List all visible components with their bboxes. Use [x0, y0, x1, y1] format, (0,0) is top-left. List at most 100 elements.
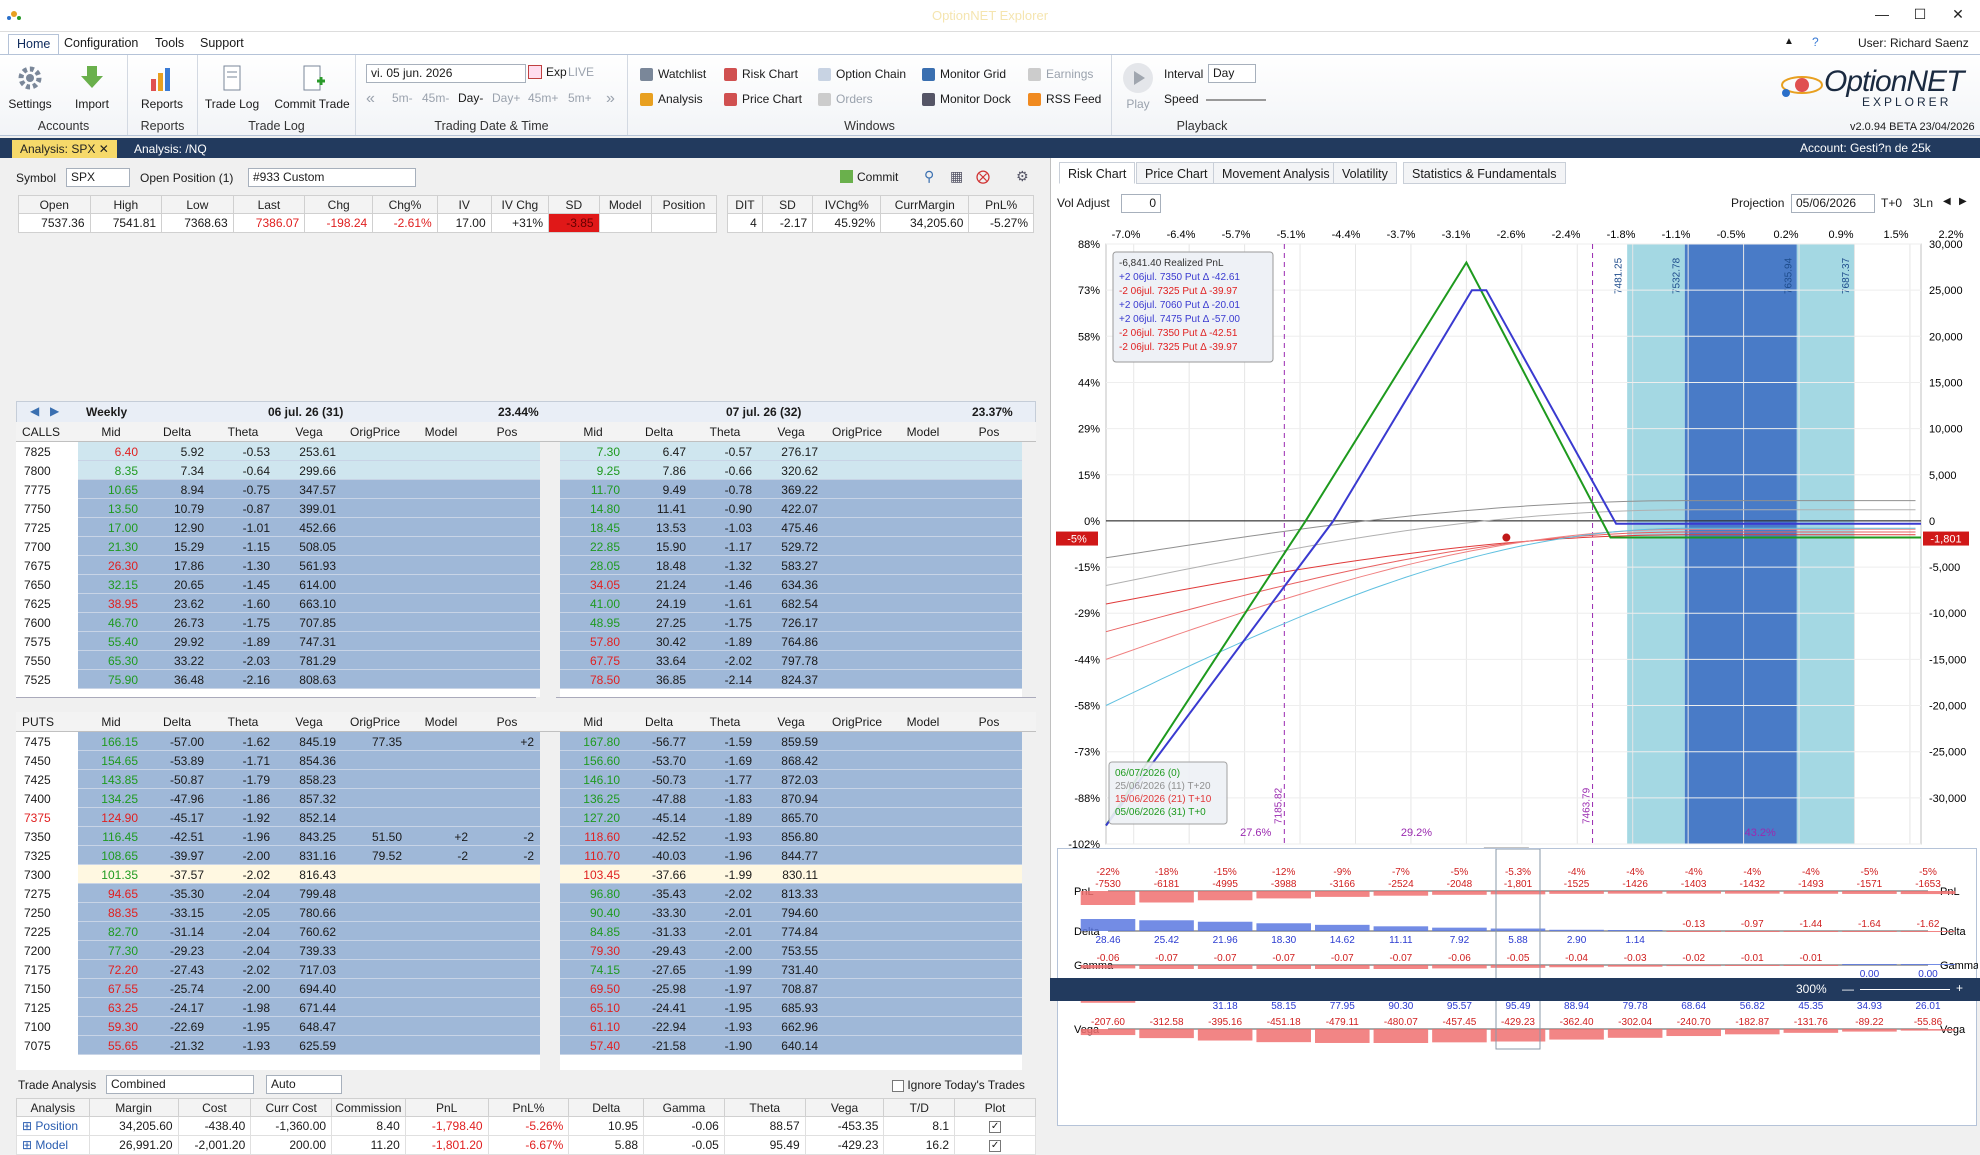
- analysis-mode-select[interactable]: Combined: [106, 1075, 254, 1094]
- step-5m-back[interactable]: 5m-: [392, 91, 413, 105]
- chain-row[interactable]: 7725 17.00 12.90 -1.01 452.66 18.45 13.53 -1.03…: [16, 518, 1036, 537]
- commit-trade-button[interactable]: Commit Trade: [270, 63, 354, 111]
- projection-date-select[interactable]: 05/06/2026: [1791, 194, 1875, 213]
- plot-checkbox[interactable]: ✓: [954, 1135, 1036, 1155]
- trade-log-button[interactable]: Trade Log: [202, 63, 262, 111]
- next-expiry-icon[interactable]: ▶: [50, 404, 59, 418]
- monitor-dock-button[interactable]: Monitor Dock: [922, 92, 1011, 106]
- chain-row[interactable]: 7250 88.35 -33.15 -2.05 780.66 90.40 -33.30 -2.…: [16, 903, 1036, 922]
- risk-chart-button[interactable]: Risk Chart: [724, 67, 798, 81]
- chain-row[interactable]: 7200 77.30 -29.23 -2.04 739.33 79.30 -29.43 -2.…: [16, 941, 1036, 960]
- speed-slider[interactable]: [1206, 99, 1266, 101]
- chain-row[interactable]: 7625 38.95 23.62 -1.60 663.10 41.00 24.19 -1.61…: [16, 594, 1036, 613]
- price-chart-button[interactable]: Price Chart: [724, 92, 802, 106]
- chain-row[interactable]: 7575 55.40 29.92 -1.89 747.31 57.80 30.42 -1.89…: [16, 632, 1036, 651]
- tab-support[interactable]: Support: [192, 34, 252, 54]
- maximize-icon[interactable]: ☐: [1910, 6, 1930, 23]
- step-day-back[interactable]: Day-: [458, 91, 483, 105]
- chain-row[interactable]: 7350 116.45 -42.51 -1.96 843.25 51.50 +2 -2 118.…: [16, 827, 1036, 846]
- exp-button[interactable]: Exp: [546, 65, 567, 79]
- zoom-out-icon[interactable]: —: [1842, 982, 1854, 996]
- vol-adjust-input[interactable]: 0: [1121, 194, 1161, 213]
- chain-row[interactable]: 7375 124.90 -45.17 -1.92 852.14 127.20 -45.14 -…: [16, 808, 1036, 827]
- chain-row[interactable]: 7300 101.35 -37.57 -2.02 816.43 103.45 -37.66 -…: [16, 865, 1036, 884]
- import-button[interactable]: Import: [68, 63, 116, 111]
- live-button[interactable]: LIVE: [568, 65, 598, 79]
- tab-statistics[interactable]: Statistics & Fundamentals: [1403, 162, 1566, 184]
- chain-row[interactable]: 7400 134.25 -47.96 -1.86 857.32 136.25 -47.88 -…: [16, 789, 1036, 808]
- chain-row[interactable]: 7750 13.50 10.79 -0.87 399.01 14.80 11.41 -0.90…: [16, 499, 1036, 518]
- step-45m-back[interactable]: 45m-: [422, 91, 449, 105]
- chain-row[interactable]: 7150 67.55 -25.74 -2.00 694.40 69.50 -25.98 -1.…: [16, 979, 1036, 998]
- close-tab-icon[interactable]: ✕: [99, 142, 109, 156]
- trading-date-input[interactable]: vi. 05 jun. 2026: [366, 64, 526, 83]
- zoom-in-icon[interactable]: +: [1956, 981, 1963, 995]
- step-back-icon[interactable]: «: [366, 90, 375, 108]
- step-45m-fwd[interactable]: 45m+: [528, 91, 558, 105]
- watchlist-button[interactable]: Watchlist: [640, 67, 706, 81]
- doc-tab-nq[interactable]: Analysis: /NQ: [126, 140, 215, 158]
- plot-checkbox[interactable]: ✓: [954, 1116, 1036, 1136]
- monitor-grid-button[interactable]: Monitor Grid: [922, 67, 1006, 81]
- collapse-ribbon-icon[interactable]: ▲: [1784, 36, 1794, 47]
- chain-row[interactable]: 7550 65.30 33.22 -2.03 781.29 67.75 33.64 -2.02…: [16, 651, 1036, 670]
- chain-row[interactable]: 7325 108.65 -39.97 -2.00 831.16 79.52 -2 -2 110.…: [16, 846, 1036, 865]
- tab-home[interactable]: Home: [8, 34, 60, 54]
- symbol-select[interactable]: SPX: [66, 168, 130, 187]
- tab-volatility[interactable]: Volatility: [1333, 162, 1397, 184]
- chain-row[interactable]: 7675 26.30 17.86 -1.30 561.93 28.05 18.48 -1.32…: [16, 556, 1036, 575]
- commit-button[interactable]: Commit: [840, 170, 898, 184]
- chain-row[interactable]: 7475 166.15 -57.00 -1.62 845.19 77.35 +2 167.80…: [16, 732, 1036, 751]
- ta-row-label[interactable]: ⊞ Model: [16, 1135, 90, 1155]
- step-5m-fwd[interactable]: 5m+: [568, 91, 592, 105]
- doc-tab-spx[interactable]: Analysis: SPX ✕: [12, 140, 117, 158]
- analysis-button[interactable]: Analysis: [640, 92, 703, 106]
- position-select[interactable]: #933 Custom: [248, 168, 416, 187]
- risk-chart[interactable]: 7481.257532.787635.947687.37705071007150…: [1051, 214, 1980, 944]
- play-button[interactable]: Play: [1120, 63, 1156, 111]
- settings-gear-icon[interactable]: ⚙: [1016, 168, 1029, 185]
- help-icon[interactable]: ?: [1812, 35, 1819, 49]
- chain-row[interactable]: 7425 143.85 -50.87 -1.79 858.23 146.10 -50.73 -…: [16, 770, 1036, 789]
- chain-row[interactable]: 7225 82.70 -31.14 -2.04 760.62 84.85 -31.33 -2.…: [16, 922, 1036, 941]
- auto-select[interactable]: Auto: [266, 1075, 342, 1094]
- tab-configuration[interactable]: Configuration: [56, 34, 146, 54]
- prev-date-icon[interactable]: ◀: [1943, 196, 1951, 207]
- chain-row[interactable]: 7700 21.30 15.29 -1.15 508.05 22.85 15.90 -1.17…: [16, 537, 1036, 556]
- tab-tools[interactable]: Tools: [147, 34, 192, 54]
- tab-movement-analysis[interactable]: Movement Analysis: [1213, 162, 1339, 184]
- rss-feed-button[interactable]: RSS Feed: [1028, 92, 1101, 106]
- step-fwd-icon[interactable]: »: [606, 90, 615, 108]
- orders-button[interactable]: Orders: [818, 92, 873, 106]
- scrollbar[interactable]: [1022, 732, 1036, 1070]
- tab-price-chart[interactable]: Price Chart: [1136, 162, 1217, 184]
- chain-row[interactable]: 7450 154.65 -53.89 -1.71 854.36 156.60 -53.70 -…: [16, 751, 1036, 770]
- step-day-fwd[interactable]: Day+: [492, 91, 520, 105]
- option-chain-button[interactable]: Option Chain: [818, 67, 906, 81]
- reports-button[interactable]: Reports: [134, 63, 190, 111]
- prev-expiry-icon[interactable]: ◀: [30, 404, 39, 418]
- chain-row[interactable]: 7275 94.65 -35.30 -2.04 799.48 96.80 -35.43 -2.…: [16, 884, 1036, 903]
- search-icon[interactable]: ⚲: [924, 168, 934, 185]
- next-date-icon[interactable]: ▶: [1959, 196, 1967, 207]
- settings-button[interactable]: Settings: [8, 63, 52, 111]
- chain-row[interactable]: 7175 72.20 -27.43 -2.02 717.03 74.15 -27.65 -1.…: [16, 960, 1036, 979]
- chain-row[interactable]: 7600 46.70 26.73 -1.75 707.85 48.95 27.25 -1.75…: [16, 613, 1036, 632]
- chain-row[interactable]: 7525 75.90 36.48 -2.16 808.63 78.50 36.85 -2.14…: [16, 670, 1036, 689]
- chain-row[interactable]: 7650 32.15 20.65 -1.45 614.00 34.05 21.24 -1.46…: [16, 575, 1036, 594]
- chain-row[interactable]: 7075 55.65 -21.32 -1.93 625.59 57.40 -21.58 -1.…: [16, 1036, 1036, 1055]
- close-icon[interactable]: ✕: [1948, 6, 1968, 23]
- chain-row[interactable]: 7775 10.65 8.94 -0.75 347.57 11.70 9.49 -0.78 36…: [16, 480, 1036, 499]
- earnings-button[interactable]: Earnings: [1028, 67, 1093, 81]
- calendar-icon[interactable]: [528, 65, 542, 79]
- ta-row-label[interactable]: ⊞ Position: [16, 1116, 90, 1136]
- ignore-trades-checkbox[interactable]: Ignore Today's Trades: [892, 1078, 1025, 1092]
- zoom-slider[interactable]: [1860, 989, 1950, 990]
- chain-row[interactable]: 7825 6.40 5.92 -0.53 253.61 7.30 6.47 -0.57 276.…: [16, 442, 1036, 461]
- scrollbar[interactable]: [1022, 442, 1036, 697]
- chain-row[interactable]: 7800 8.35 7.34 -0.64 299.66 9.25 7.86 -0.66 320.…: [16, 461, 1036, 480]
- chain-row[interactable]: 7100 59.30 -22.69 -1.95 648.47 61.10 -22.94 -1.…: [16, 1017, 1036, 1036]
- tab-risk-chart[interactable]: Risk Chart: [1059, 162, 1136, 184]
- remove-icon[interactable]: ⨂: [976, 168, 990, 185]
- interval-select[interactable]: Day: [1208, 64, 1256, 83]
